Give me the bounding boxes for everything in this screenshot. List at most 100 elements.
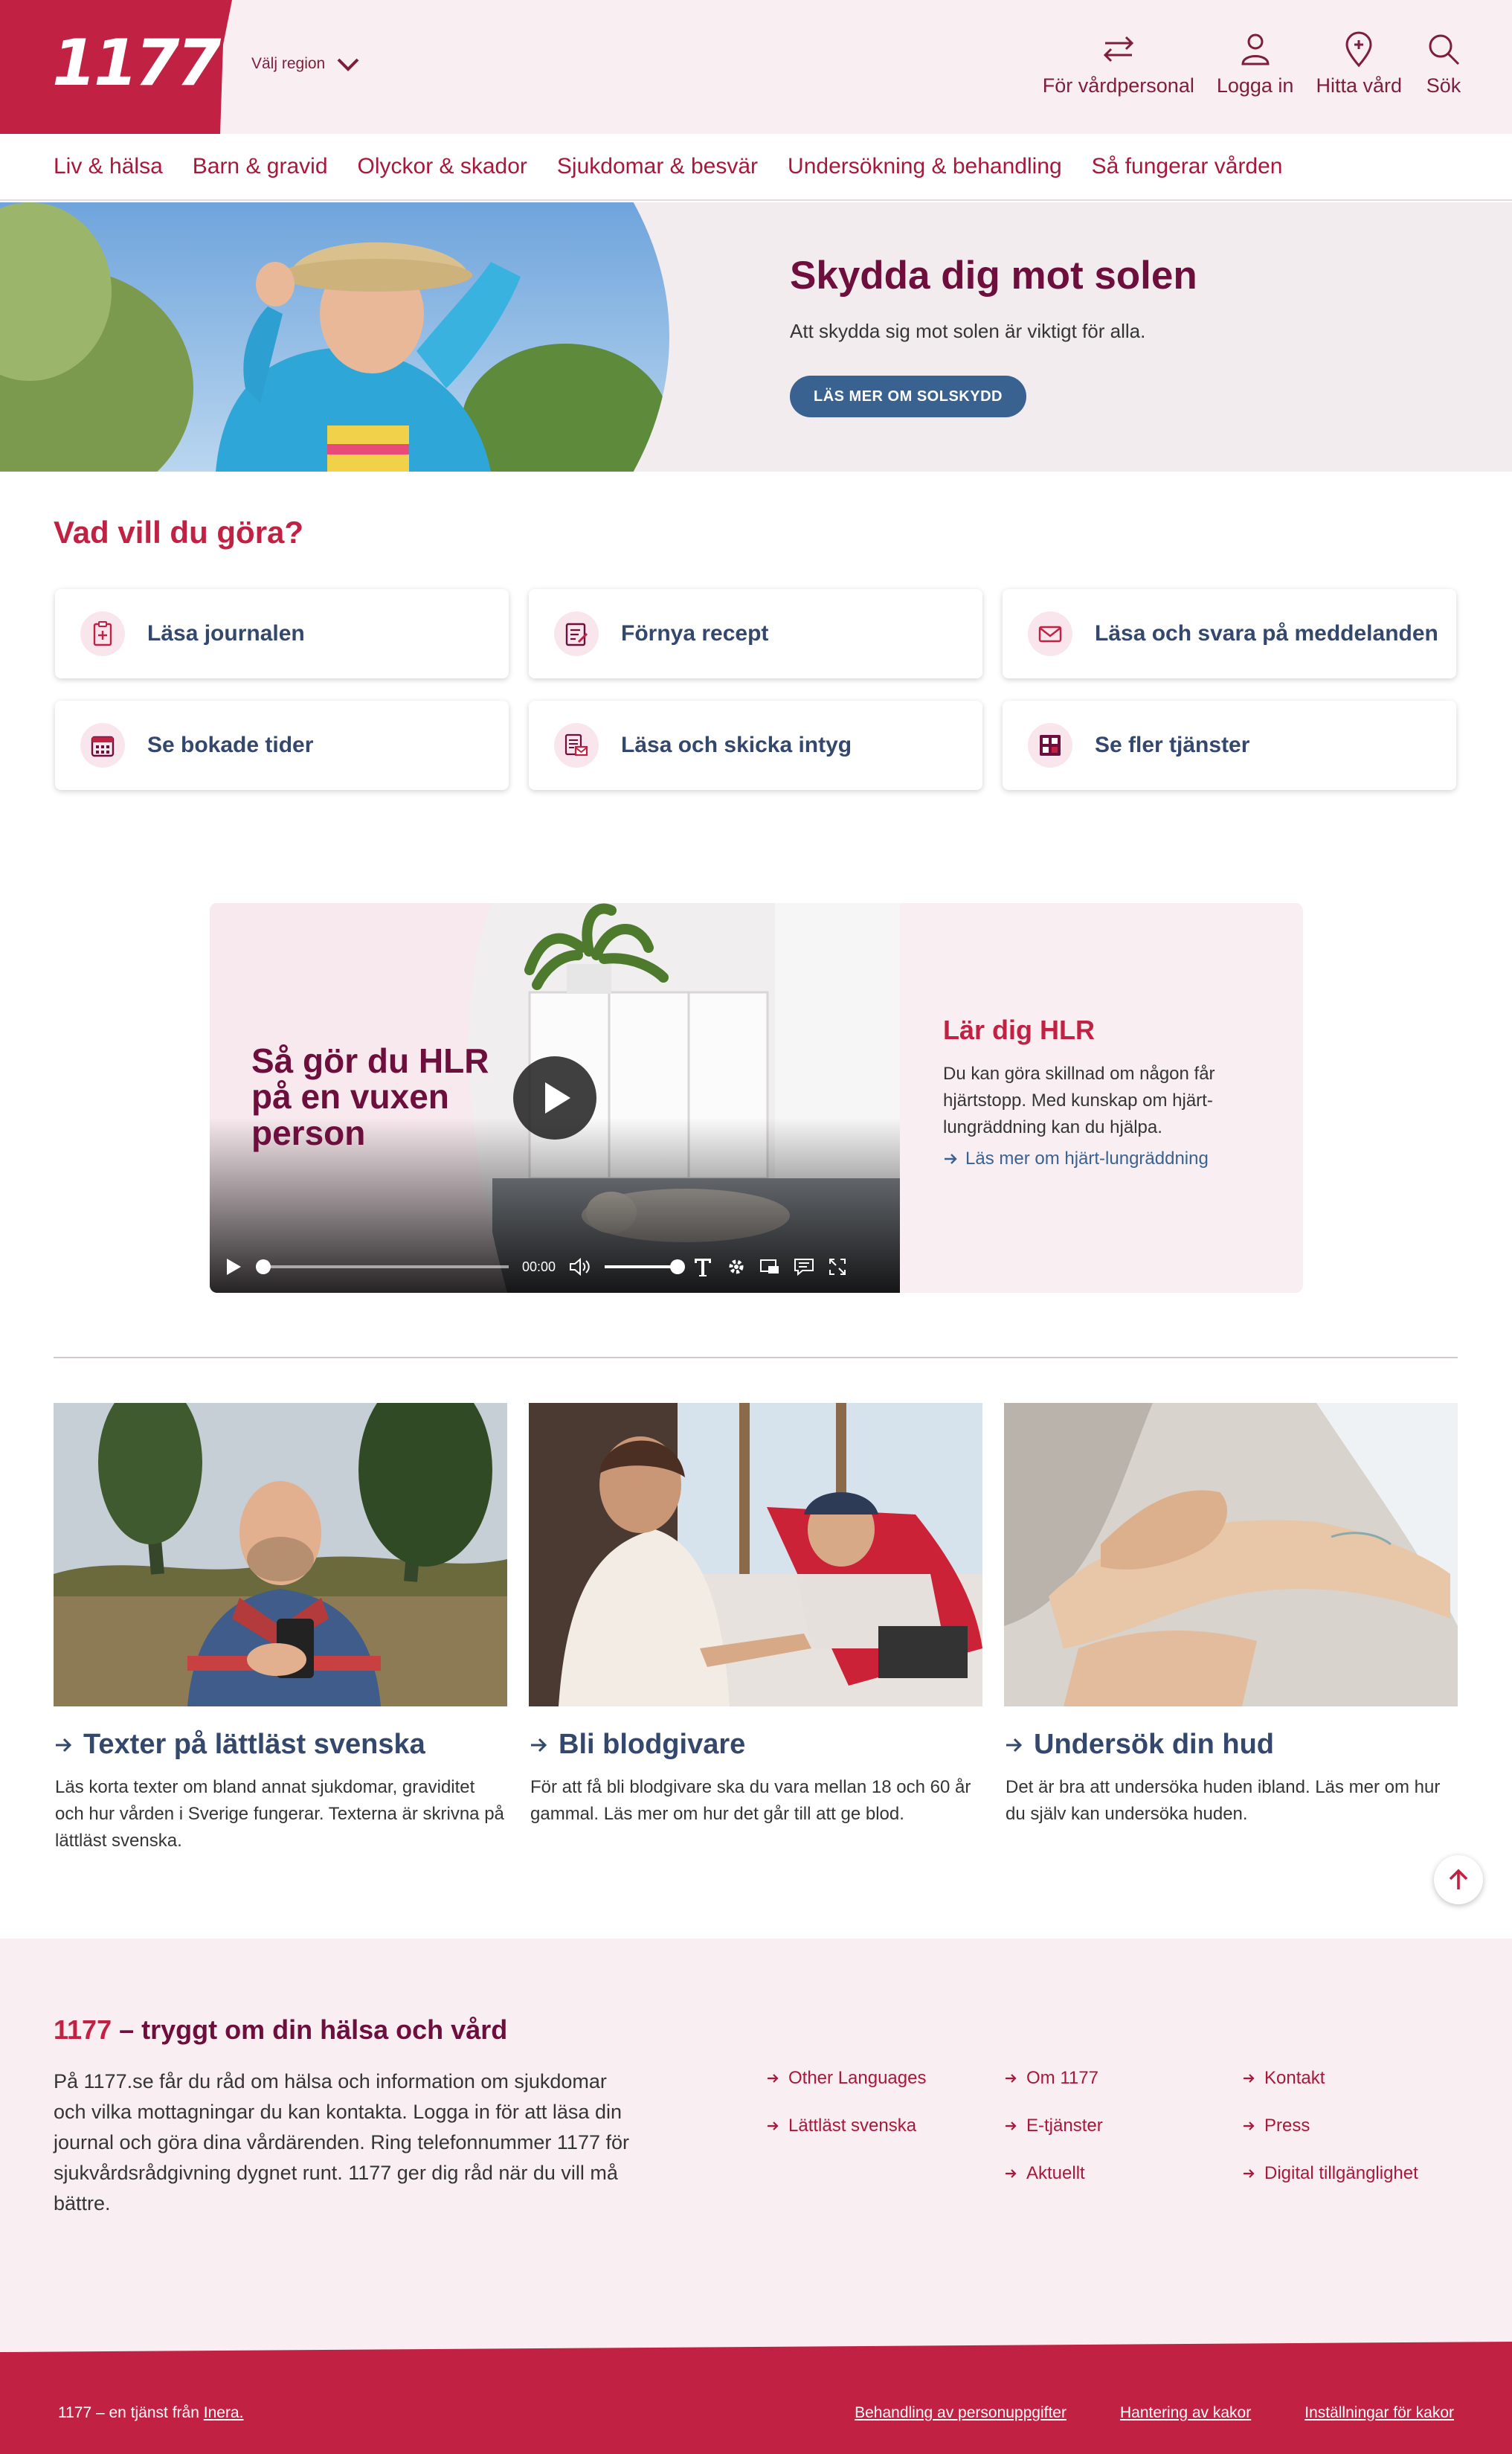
- footer-link-other-languages[interactable]: Other Languages: [766, 2068, 1004, 2089]
- service-booked-appointments[interactable]: Se bokade tider: [55, 701, 509, 790]
- service-label: Läsa och svara på meddelanden: [1095, 621, 1438, 646]
- article-text: Läs korta texter om bland annat sjukdoma…: [55, 1777, 504, 1851]
- footer-link-lattlast-svenska[interactable]: Lättläst svenska: [766, 2116, 1004, 2136]
- arrow-up-icon: [1449, 1869, 1468, 1889]
- footer-link-kontakt[interactable]: Kontakt: [1242, 2068, 1480, 2089]
- article-image[interactable]: [1004, 1403, 1458, 1706]
- video-time: 00:00: [522, 1259, 556, 1274]
- service-label: Läsa och skicka intyg: [621, 733, 852, 757]
- cookie-settings-link[interactable]: Inställningar för kakor: [1304, 2404, 1454, 2422]
- footer-link-press[interactable]: Press: [1242, 2116, 1480, 2136]
- prescription-icon: [554, 611, 599, 656]
- article-text: För att få bli blodgivare ska du vara me…: [530, 1777, 971, 1824]
- footer-link-label: Kontakt: [1264, 2068, 1325, 2088]
- article-card[interactable]: Texter på lättläst svenska Läs korta tex…: [54, 1403, 507, 1854]
- service-provider-note: 1177 – en tjänst från Inera.: [58, 2404, 243, 2422]
- nav-item-sa-fungerar-varden[interactable]: Så fungerar vården: [1092, 154, 1283, 179]
- find-care-button[interactable]: Hitta vård: [1316, 30, 1402, 97]
- cpr-title: Lär dig HLR: [943, 1015, 1095, 1045]
- footer-link-digital-tillganglighet[interactable]: Digital tillgänglighet: [1242, 2163, 1480, 2184]
- footer-link-e-tjanster[interactable]: E-tjänster: [1004, 2116, 1242, 2136]
- hero-image: [0, 202, 669, 472]
- nav-item-barn-gravid[interactable]: Barn & gravid: [193, 154, 328, 179]
- calendar-icon: [80, 723, 125, 768]
- fullscreen-icon[interactable]: [828, 1257, 847, 1276]
- article-card[interactable]: Bli blodgivare För att få bli blodgivare…: [529, 1403, 982, 1828]
- text-size-icon[interactable]: [692, 1256, 713, 1278]
- cookie-handling-link[interactable]: Hantering av kakor: [1120, 2404, 1251, 2422]
- cpr-read-more-link[interactable]: Läs mer om hjärt-lungräddning: [943, 1149, 1209, 1169]
- article-title-link[interactable]: Undersök din hud: [1004, 1729, 1458, 1761]
- play-icon: [545, 1082, 570, 1114]
- arrow-right-icon: [768, 2121, 779, 2130]
- hero-title: Skydda dig mot solen: [790, 254, 1197, 298]
- cpr-link-label: Läs mer om hjärt-lungräddning: [965, 1149, 1209, 1169]
- read-more-sun-protection-button[interactable]: LÄS MER OM SOLSKYDD: [790, 376, 1026, 417]
- header-actions: För vårdpersonal Logga in Hitta vård Sök: [1043, 30, 1463, 97]
- login-button[interactable]: Logga in: [1217, 30, 1293, 97]
- footer-links: Other Languages Om 1177 Kontakt Lättläst…: [766, 2068, 1480, 2184]
- cpr-text: Du kan göra skillnad om någon får hjärts…: [943, 1064, 1215, 1137]
- service-read-journal[interactable]: Läsa journalen: [55, 589, 509, 678]
- region-label: Välj region: [251, 55, 326, 72]
- play-small-icon[interactable]: [225, 1257, 242, 1276]
- service-messages[interactable]: Läsa och svara på meddelanden: [1003, 589, 1456, 678]
- nav-item-undersokning-behandling[interactable]: Undersökning & behandling: [788, 154, 1062, 179]
- section-divider: [54, 1357, 1458, 1358]
- privacy-link[interactable]: Behandling av personuppgifter: [855, 2404, 1067, 2422]
- article-image[interactable]: [529, 1403, 982, 1706]
- footer-link-label: Digital tillgänglighet: [1264, 2163, 1418, 2183]
- footer-title-rest: – tryggt om din hälsa och vård: [112, 2014, 508, 2045]
- healthcare-staff-label: För vårdpersonal: [1042, 74, 1194, 97]
- footer-link-aktuellt[interactable]: Aktuellt: [1004, 2163, 1242, 2184]
- article-title: Bli blodgivare: [559, 1729, 746, 1760]
- footer-link-label: Aktuellt: [1026, 2163, 1085, 2183]
- volume-icon[interactable]: [569, 1257, 591, 1276]
- chevron-down-icon: [337, 58, 359, 71]
- nav-item-sjukdomar-besvar[interactable]: Sjukdomar & besvär: [557, 154, 758, 179]
- volume-slider[interactable]: [605, 1259, 686, 1274]
- seek-bar[interactable]: [256, 1259, 509, 1274]
- legal-links: Behandling av personuppgifter Hantering …: [855, 2404, 1454, 2422]
- picture-in-picture-icon[interactable]: [759, 1258, 780, 1276]
- video-player[interactable]: Så gör du HLR på en vuxen person 00:00: [210, 903, 900, 1293]
- arrow-right-icon: [1244, 2121, 1255, 2130]
- article-image[interactable]: [54, 1403, 507, 1706]
- inera-link[interactable]: Inera.: [204, 2404, 244, 2421]
- bottom-bar: 1177 – en tjänst från Inera. Behandling …: [0, 2342, 1512, 2454]
- search-button[interactable]: Sök: [1424, 30, 1463, 97]
- site-logo[interactable]: 1177: [52, 31, 221, 95]
- captions-icon[interactable]: [794, 1257, 814, 1276]
- play-button[interactable]: [513, 1056, 596, 1140]
- journal-icon: [80, 611, 125, 656]
- service-label: Se bokade tider: [147, 733, 314, 757]
- gear-icon[interactable]: [727, 1257, 746, 1276]
- region-selector[interactable]: Välj region: [251, 55, 361, 73]
- volume-handle[interactable]: [670, 1259, 686, 1274]
- video-controls: 00:00: [210, 1241, 900, 1293]
- article-card[interactable]: Undersök din hud Det är bra att undersök…: [1004, 1403, 1458, 1828]
- nav-item-olyckor-skador[interactable]: Olyckor & skador: [358, 154, 527, 179]
- certificate-icon: [554, 723, 599, 768]
- article-title-link[interactable]: Texter på lättläst svenska: [54, 1729, 507, 1761]
- user-icon: [1241, 33, 1270, 65]
- service-certificates[interactable]: Läsa och skicka intyg: [529, 701, 982, 790]
- footer-link-label: Press: [1264, 2116, 1310, 2136]
- article-title-link[interactable]: Bli blodgivare: [529, 1729, 982, 1761]
- healthcare-staff-button[interactable]: För vårdpersonal: [1043, 30, 1194, 97]
- arrow-right-icon: [768, 2074, 779, 2083]
- back-to-top-button[interactable]: [1434, 1855, 1483, 1904]
- footer-link-om-1177[interactable]: Om 1177: [1004, 2068, 1242, 2089]
- logo-block[interactable]: 1177: [0, 0, 232, 134]
- provider-prefix: 1177 – en tjänst från: [58, 2404, 204, 2421]
- arrow-right-icon: [1244, 2169, 1255, 2178]
- footer-link-label: E-tjänster: [1026, 2116, 1103, 2136]
- nav-item-liv-halsa[interactable]: Liv & hälsa: [54, 154, 163, 179]
- swap-arrows-icon: [1103, 36, 1133, 62]
- footer-link-label: Om 1177: [1026, 2068, 1098, 2088]
- arrow-right-icon: [1006, 2121, 1017, 2130]
- grid-icon: [1028, 723, 1072, 768]
- service-more-services[interactable]: Se fler tjänster: [1003, 701, 1456, 790]
- service-renew-prescription[interactable]: Förnya recept: [529, 589, 982, 678]
- seek-handle[interactable]: [256, 1259, 271, 1274]
